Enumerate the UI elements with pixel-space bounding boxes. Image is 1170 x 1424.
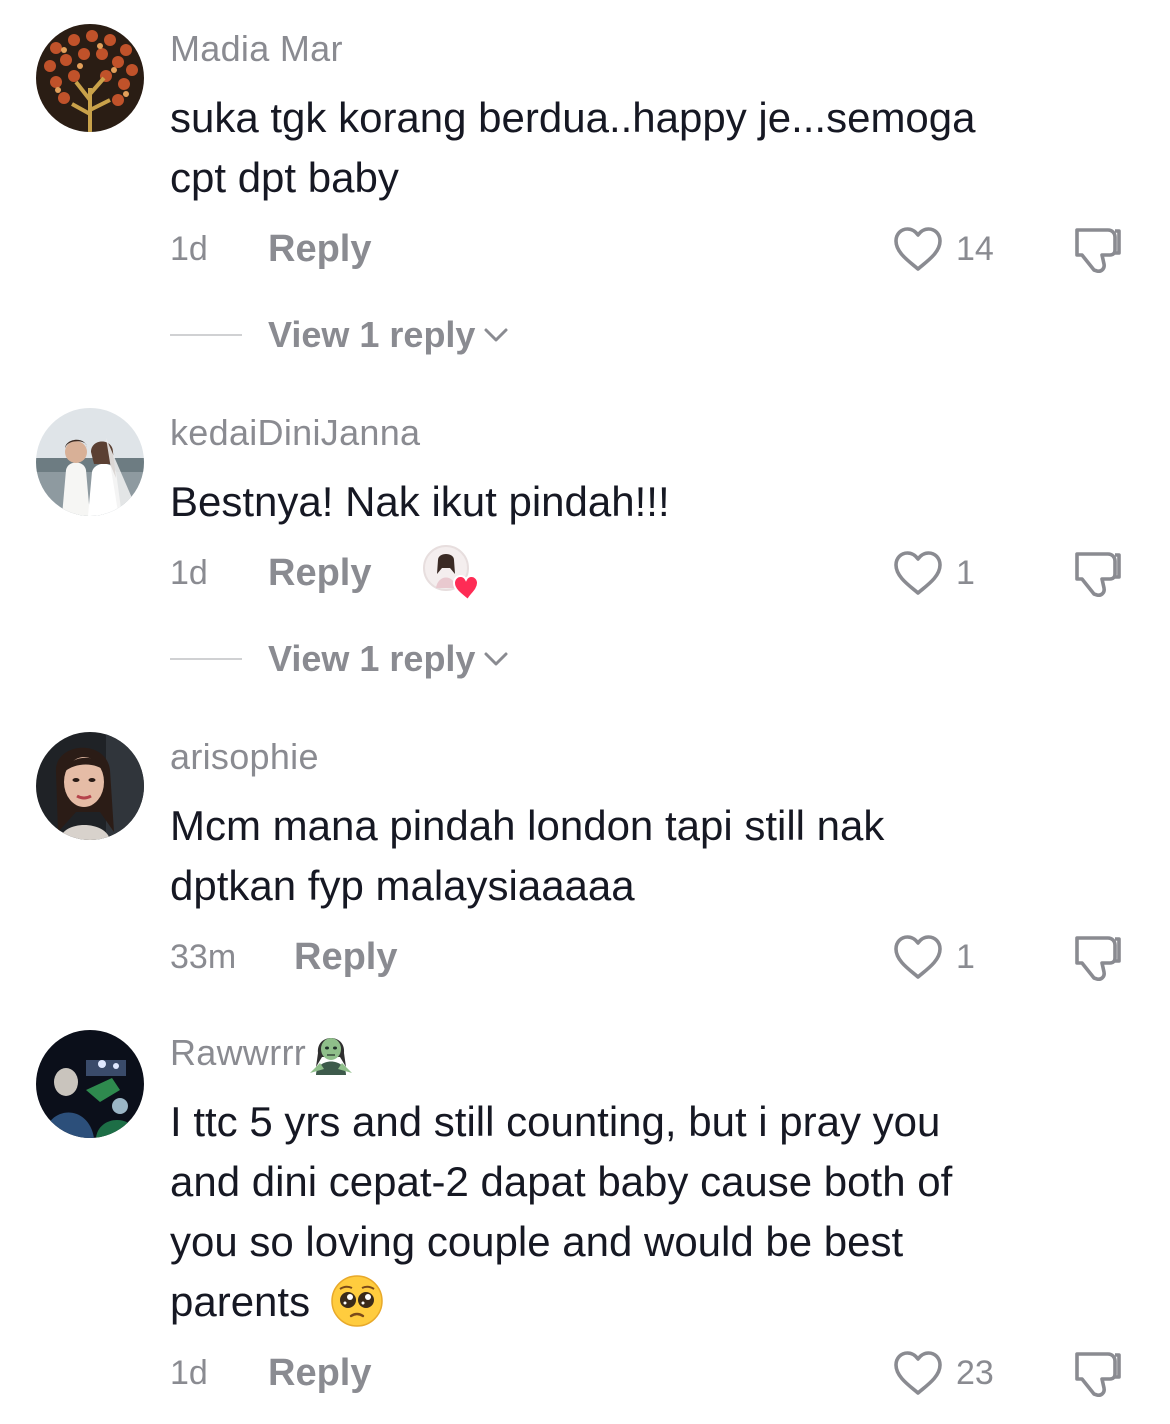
- divider-line: [170, 334, 242, 336]
- comment-meta: 1d Reply 14: [170, 224, 1130, 274]
- dislike-icon[interactable]: [1068, 222, 1124, 276]
- comment-text-line: suka tgk korang berdua..happy je...semog…: [170, 94, 976, 141]
- comment-text-fragment: parents: [170, 1278, 311, 1325]
- heart-outline-icon: [892, 1349, 944, 1397]
- divider-line: [170, 658, 242, 660]
- avatar[interactable]: [36, 24, 144, 132]
- like-button[interactable]: 1: [892, 548, 975, 598]
- comment-meta: 1d Reply 1: [170, 545, 1130, 602]
- dislike-icon[interactable]: [1068, 1346, 1124, 1400]
- heart-outline-icon: [892, 225, 944, 273]
- comment-text: suka tgk korang berdua..happy je...semog…: [170, 88, 1110, 208]
- dislike-icon[interactable]: [1068, 930, 1124, 984]
- comment-text-line: dptkan fyp malaysiaaaaa: [170, 862, 635, 909]
- comment-text: Mcm mana pindah london tapi still nak dp…: [170, 796, 1110, 916]
- tree-pattern-avatar-icon: [36, 24, 144, 132]
- woman-portrait-avatar-icon: [36, 732, 144, 840]
- comment-text-line: you so loving couple and would be best: [170, 1218, 904, 1265]
- like-button[interactable]: 1: [892, 932, 975, 982]
- comment-text-line: I ttc 5 yrs and still counting, but i pr…: [170, 1098, 941, 1145]
- chevron-down-icon: [483, 326, 509, 344]
- username[interactable]: Madia Mar: [170, 28, 343, 70]
- like-count: 1: [956, 554, 975, 592]
- wedding-couple-avatar-icon: [36, 408, 144, 516]
- comment-text: I ttc 5 yrs and still counting, but i pr…: [170, 1092, 1110, 1332]
- username-text: Rawwrrr: [170, 1032, 307, 1073]
- avatar[interactable]: [36, 408, 144, 516]
- creator-liked-icon: [423, 545, 480, 602]
- avatar[interactable]: [36, 732, 144, 840]
- comment-text-line: Mcm mana pindah london tapi still nak: [170, 802, 885, 849]
- view-replies-label: View 1 reply: [268, 638, 476, 679]
- reply-button[interactable]: Reply: [268, 1348, 371, 1398]
- timestamp: 1d: [170, 554, 208, 592]
- comment-text-line: and dini cepat-2 dapat baby cause both o…: [170, 1158, 953, 1205]
- comment-text-line: cpt dpt baby: [170, 154, 399, 201]
- like-button[interactable]: 14: [892, 224, 994, 274]
- username[interactable]: kedaiDiniJanna: [170, 412, 420, 454]
- timestamp: 1d: [170, 1354, 208, 1392]
- view-replies-label: View 1 reply: [268, 314, 476, 355]
- dislike-icon[interactable]: [1068, 546, 1124, 600]
- zombie-woman-emoji-icon: [310, 1038, 353, 1076]
- heart-outline-icon: [892, 549, 944, 597]
- reply-button[interactable]: Reply: [268, 548, 371, 598]
- avatar[interactable]: [36, 1030, 144, 1138]
- username[interactable]: Rawwrrr: [170, 1032, 356, 1077]
- like-count: 1: [956, 938, 975, 976]
- comment-text-line: Bestnya! Nak ikut pindah!!!: [170, 478, 670, 525]
- like-count: 14: [956, 230, 994, 268]
- comment-meta: 33m Reply 1: [170, 932, 1130, 982]
- timestamp: 1d: [170, 230, 208, 268]
- reply-button[interactable]: Reply: [268, 224, 371, 274]
- comment-meta: 1d Reply 23: [170, 1348, 1130, 1398]
- reply-button[interactable]: Reply: [294, 932, 397, 982]
- like-button[interactable]: 23: [892, 1348, 994, 1398]
- timestamp: 33m: [170, 938, 237, 976]
- concert-night-avatar-icon: [36, 1030, 144, 1138]
- heart-outline-icon: [892, 933, 944, 981]
- view-replies-button[interactable]: View 1 reply: [170, 312, 509, 358]
- view-replies-button[interactable]: View 1 reply: [170, 636, 509, 682]
- pleading-face-emoji-icon: [331, 1275, 383, 1327]
- comment-text-line: parents: [170, 1272, 1110, 1332]
- username[interactable]: arisophie: [170, 736, 319, 778]
- chevron-down-icon: [483, 650, 509, 668]
- comment-text: Bestnya! Nak ikut pindah!!!: [170, 472, 1110, 532]
- like-count: 23: [956, 1354, 994, 1392]
